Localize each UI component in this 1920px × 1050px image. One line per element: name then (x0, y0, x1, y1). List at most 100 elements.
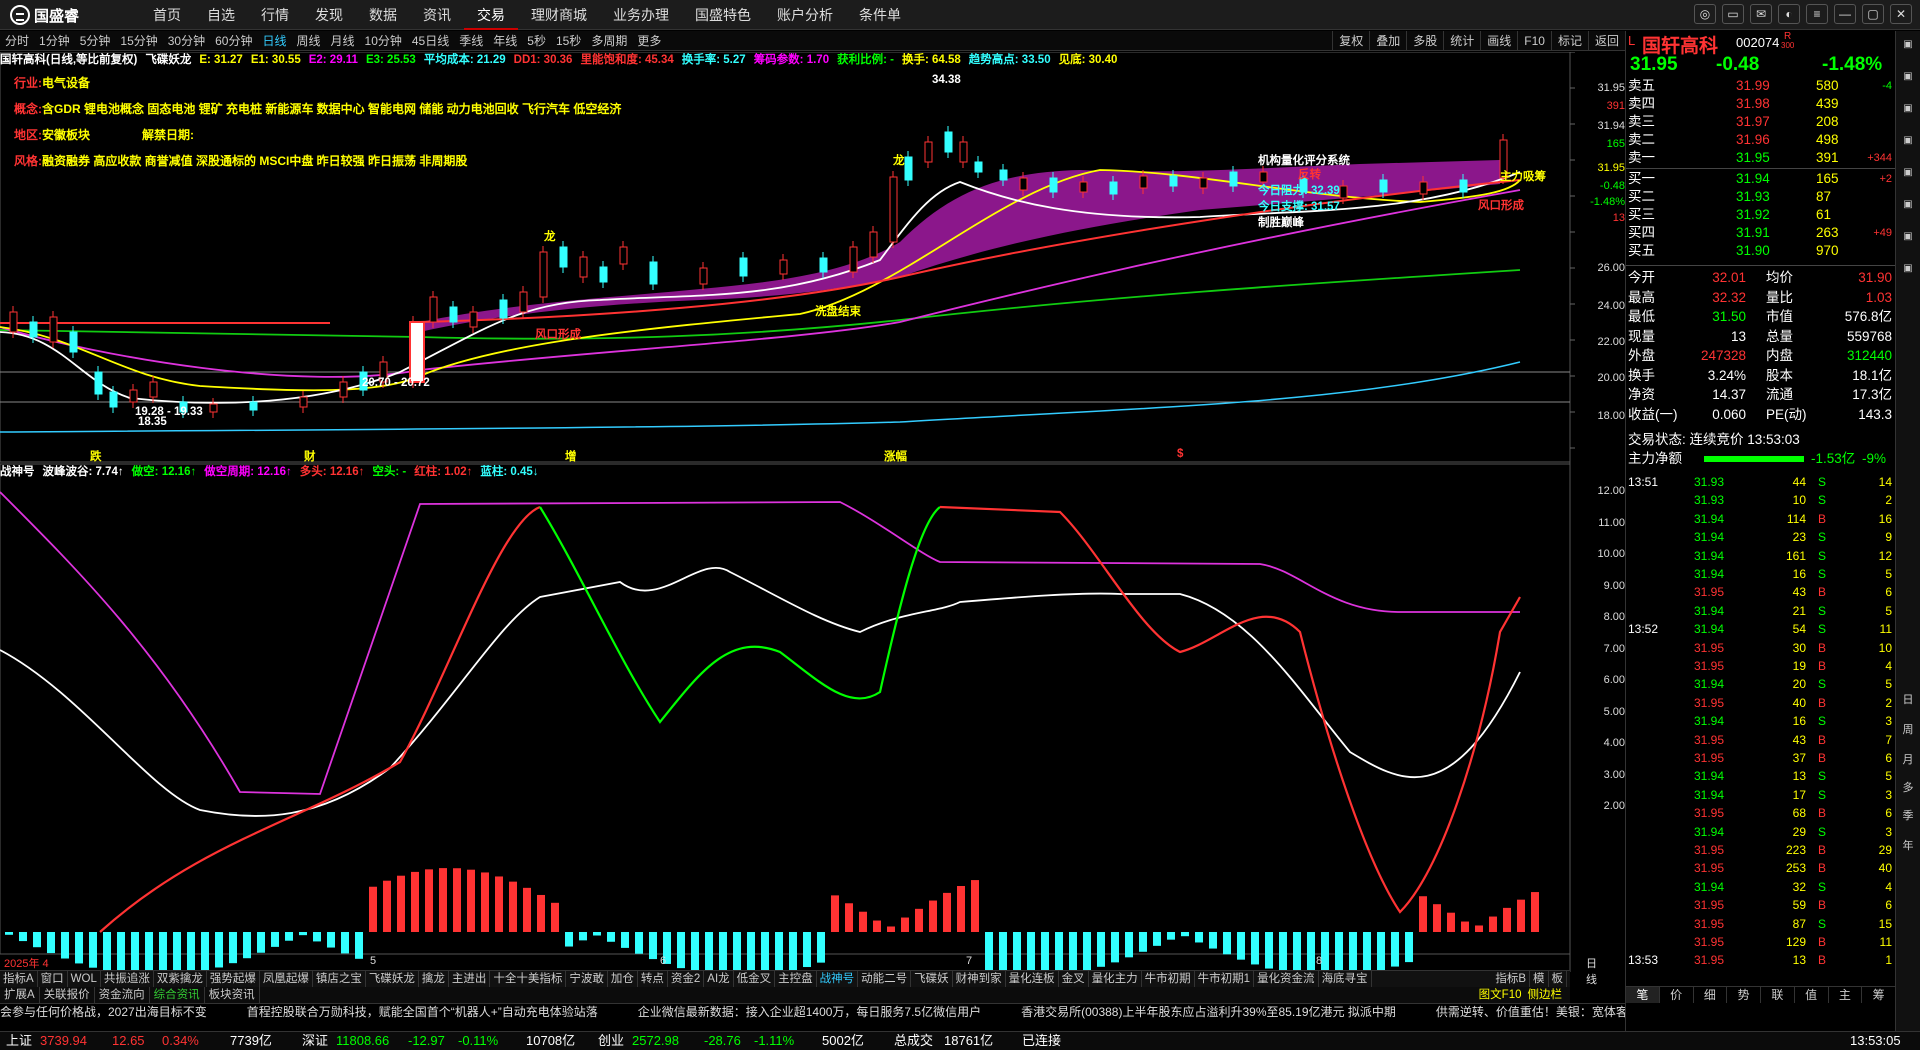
news-item[interactable]: 首程控股联合万勋科技，赋能全国首个“机器人+”自动充电体验站落 (247, 1005, 598, 1019)
timeframe-tab[interactable]: 10分钟 (360, 31, 407, 51)
quote-tab[interactable]: 细 (1694, 987, 1728, 1003)
indicator-tab[interactable]: 量化连板 (1006, 971, 1059, 987)
timeframe-tab[interactable]: 15秒 (551, 31, 586, 51)
indicator-tab[interactable]: 擒龙 (419, 971, 449, 987)
menu-item[interactable]: 首页 (140, 0, 194, 30)
news-item[interactable]: 会参与任何价格战，2027出海目标不变 (0, 1005, 207, 1019)
chart-tool-button[interactable]: 画线 (1480, 31, 1517, 51)
indicator-tab[interactable]: 凤凰起爆 (260, 971, 313, 987)
indicator-tab[interactable]: 战神号 (817, 971, 859, 987)
order-book-row[interactable]: 买三 31.92 61 (1626, 206, 1896, 224)
indicator-tab[interactable]: 量化资金流 (1254, 971, 1319, 987)
timeframe-tab[interactable]: 1分钟 (34, 31, 75, 51)
chart-tool-button[interactable]: 返回 (1587, 31, 1625, 51)
indicator-tab[interactable]: 十全十美指标 (490, 971, 567, 987)
indicator-right-tab[interactable]: 板 (1549, 971, 1567, 987)
menu-item[interactable]: 账户分析 (764, 0, 846, 30)
vertical-tool[interactable]: 周 (1898, 721, 1918, 737)
indicator-tab[interactable]: 海底寻宝 (1319, 971, 1372, 987)
timeframe-tab[interactable]: 5分钟 (75, 31, 116, 51)
timeframe-tab[interactable]: 更多 (632, 31, 666, 51)
indicator-tab[interactable]: 牛市初期1 (1195, 971, 1255, 987)
indicator-tab[interactable]: 转点 (638, 971, 668, 987)
menu-item[interactable]: 数据 (356, 0, 410, 30)
chart-tool-button[interactable]: 多股 (1406, 31, 1443, 51)
vertical-tool[interactable]: ▣ (1898, 71, 1918, 82)
chart-tool-button[interactable]: 复权 (1332, 31, 1369, 51)
menu-item[interactable]: 国盛特色 (682, 0, 764, 30)
menu-item[interactable]: 资讯 (410, 0, 464, 30)
indicator-tab[interactable]: AI龙 (704, 971, 734, 987)
indicator-right-tab[interactable]: 模 (1530, 971, 1549, 987)
vertical-tool[interactable]: ▣ (1898, 39, 1918, 50)
timeframe-tab[interactable]: 月线 (326, 31, 360, 51)
indicator-tab[interactable]: 财神到家 (953, 971, 1006, 987)
indicator-tab[interactable]: 动能二号 (858, 971, 912, 987)
menu-item[interactable]: 业务办理 (600, 0, 682, 30)
order-book-row[interactable]: 卖三 31.97 208 (1626, 113, 1896, 131)
sub-right-tab[interactable]: 侧边栏 (1525, 987, 1566, 1003)
timeframe-tab[interactable]: 5秒 (522, 31, 551, 51)
order-book-row[interactable]: 卖四 31.98 439 (1626, 95, 1896, 113)
indicator-tab[interactable]: 飞碟妖龙 (366, 971, 419, 987)
order-book-row[interactable]: 买五 31.90 970 (1626, 242, 1896, 260)
menu-item[interactable]: 理财商城 (518, 0, 600, 30)
indicator-tab[interactable]: 金叉 (1059, 971, 1089, 987)
indicator-tab[interactable]: WOL (68, 971, 101, 987)
indicator-tab[interactable]: 镇店之宝 (313, 971, 366, 987)
menu-item[interactable]: 条件单 (846, 0, 914, 30)
sub-right-tab[interactable]: 图文F10 (1476, 987, 1525, 1003)
order-book-row[interactable]: 卖一 31.95 391 +344 (1626, 149, 1896, 167)
vertical-tool[interactable]: ▣ (1898, 135, 1918, 146)
vertical-tool[interactable]: 日 (1898, 691, 1918, 707)
indicator-right-tab[interactable]: 指标B (1492, 971, 1530, 987)
chat-icon[interactable]: ▭ (1722, 4, 1744, 24)
timeframe-tab[interactable]: 45日线 (407, 31, 454, 51)
indicator-tab[interactable]: 量化主力 (1089, 971, 1142, 987)
app-logo[interactable]: 国盛睿 (10, 4, 120, 26)
quote-tab[interactable]: 价 (1660, 987, 1694, 1003)
mail-icon[interactable]: ✉ (1750, 4, 1772, 24)
indicator-tab[interactable]: 低金叉 (734, 971, 776, 987)
quote-tab[interactable]: 值 (1795, 987, 1829, 1003)
timeframe-tab[interactable]: 30分钟 (163, 31, 210, 51)
vertical-tool[interactable]: ▣ (1898, 167, 1918, 178)
timeframe-tab[interactable]: 分时 (0, 31, 34, 51)
index-label[interactable]: 创业 (598, 1032, 624, 1050)
vertical-tool[interactable]: ▣ (1898, 199, 1918, 210)
order-book-row[interactable]: 买一 31.94 165 +2 (1626, 170, 1896, 188)
order-book-row[interactable]: 卖二 31.96 498 (1626, 131, 1896, 149)
quote-tab[interactable]: 筹 (1862, 987, 1896, 1003)
indicator-tab[interactable]: 主进出 (449, 971, 491, 987)
sub-tab[interactable]: 扩展A (0, 987, 40, 1003)
message-icon[interactable]: ◎ (1694, 4, 1716, 24)
quote-tab[interactable]: 笔 (1626, 987, 1660, 1003)
menu-icon[interactable]: ≡ (1806, 4, 1828, 24)
chart-tool-button[interactable]: 标记 (1550, 31, 1588, 51)
timeframe-tab[interactable]: 多周期 (586, 31, 632, 51)
indicator-tab[interactable]: 资金2 (668, 971, 705, 987)
indicator-tab[interactable]: 双紫擒龙 (154, 971, 207, 987)
quote-tab[interactable]: 主 (1829, 987, 1863, 1003)
indicator-tab[interactable]: 窗口 (38, 971, 68, 987)
timeframe-tab[interactable]: 年线 (488, 31, 522, 51)
indicator-tab[interactable]: 飞碟妖 (911, 971, 953, 987)
timeframe-tab[interactable]: 15分钟 (115, 31, 162, 51)
vertical-tool[interactable]: 月 (1898, 751, 1918, 767)
vertical-tool[interactable]: 年 (1898, 837, 1918, 853)
menu-item[interactable]: 发现 (302, 0, 356, 30)
chart-tool-button[interactable]: F10 (1517, 31, 1551, 51)
sub-tab[interactable]: 资金流向 (95, 987, 150, 1003)
timeframe-tab[interactable]: 60分钟 (210, 31, 257, 51)
index-label[interactable]: 上证 (6, 1032, 32, 1050)
index-label[interactable]: 深证 (302, 1032, 328, 1050)
sub-tab[interactable]: 板块资讯 (205, 987, 260, 1003)
indicator-tab[interactable]: 牛市初期 (1142, 971, 1195, 987)
indicator-tab[interactable]: 共振追涨 (101, 971, 154, 987)
indicator-tab[interactable]: 宁波敢 (566, 971, 608, 987)
order-book-row[interactable]: 买四 31.91 263 +49 (1626, 224, 1896, 242)
indicator-tab[interactable]: 加仓 (608, 971, 638, 987)
sub-tab[interactable]: 关联报价 (40, 987, 95, 1003)
menu-item[interactable]: 交易 (464, 0, 518, 30)
kline-chart[interactable] (0, 52, 1625, 972)
